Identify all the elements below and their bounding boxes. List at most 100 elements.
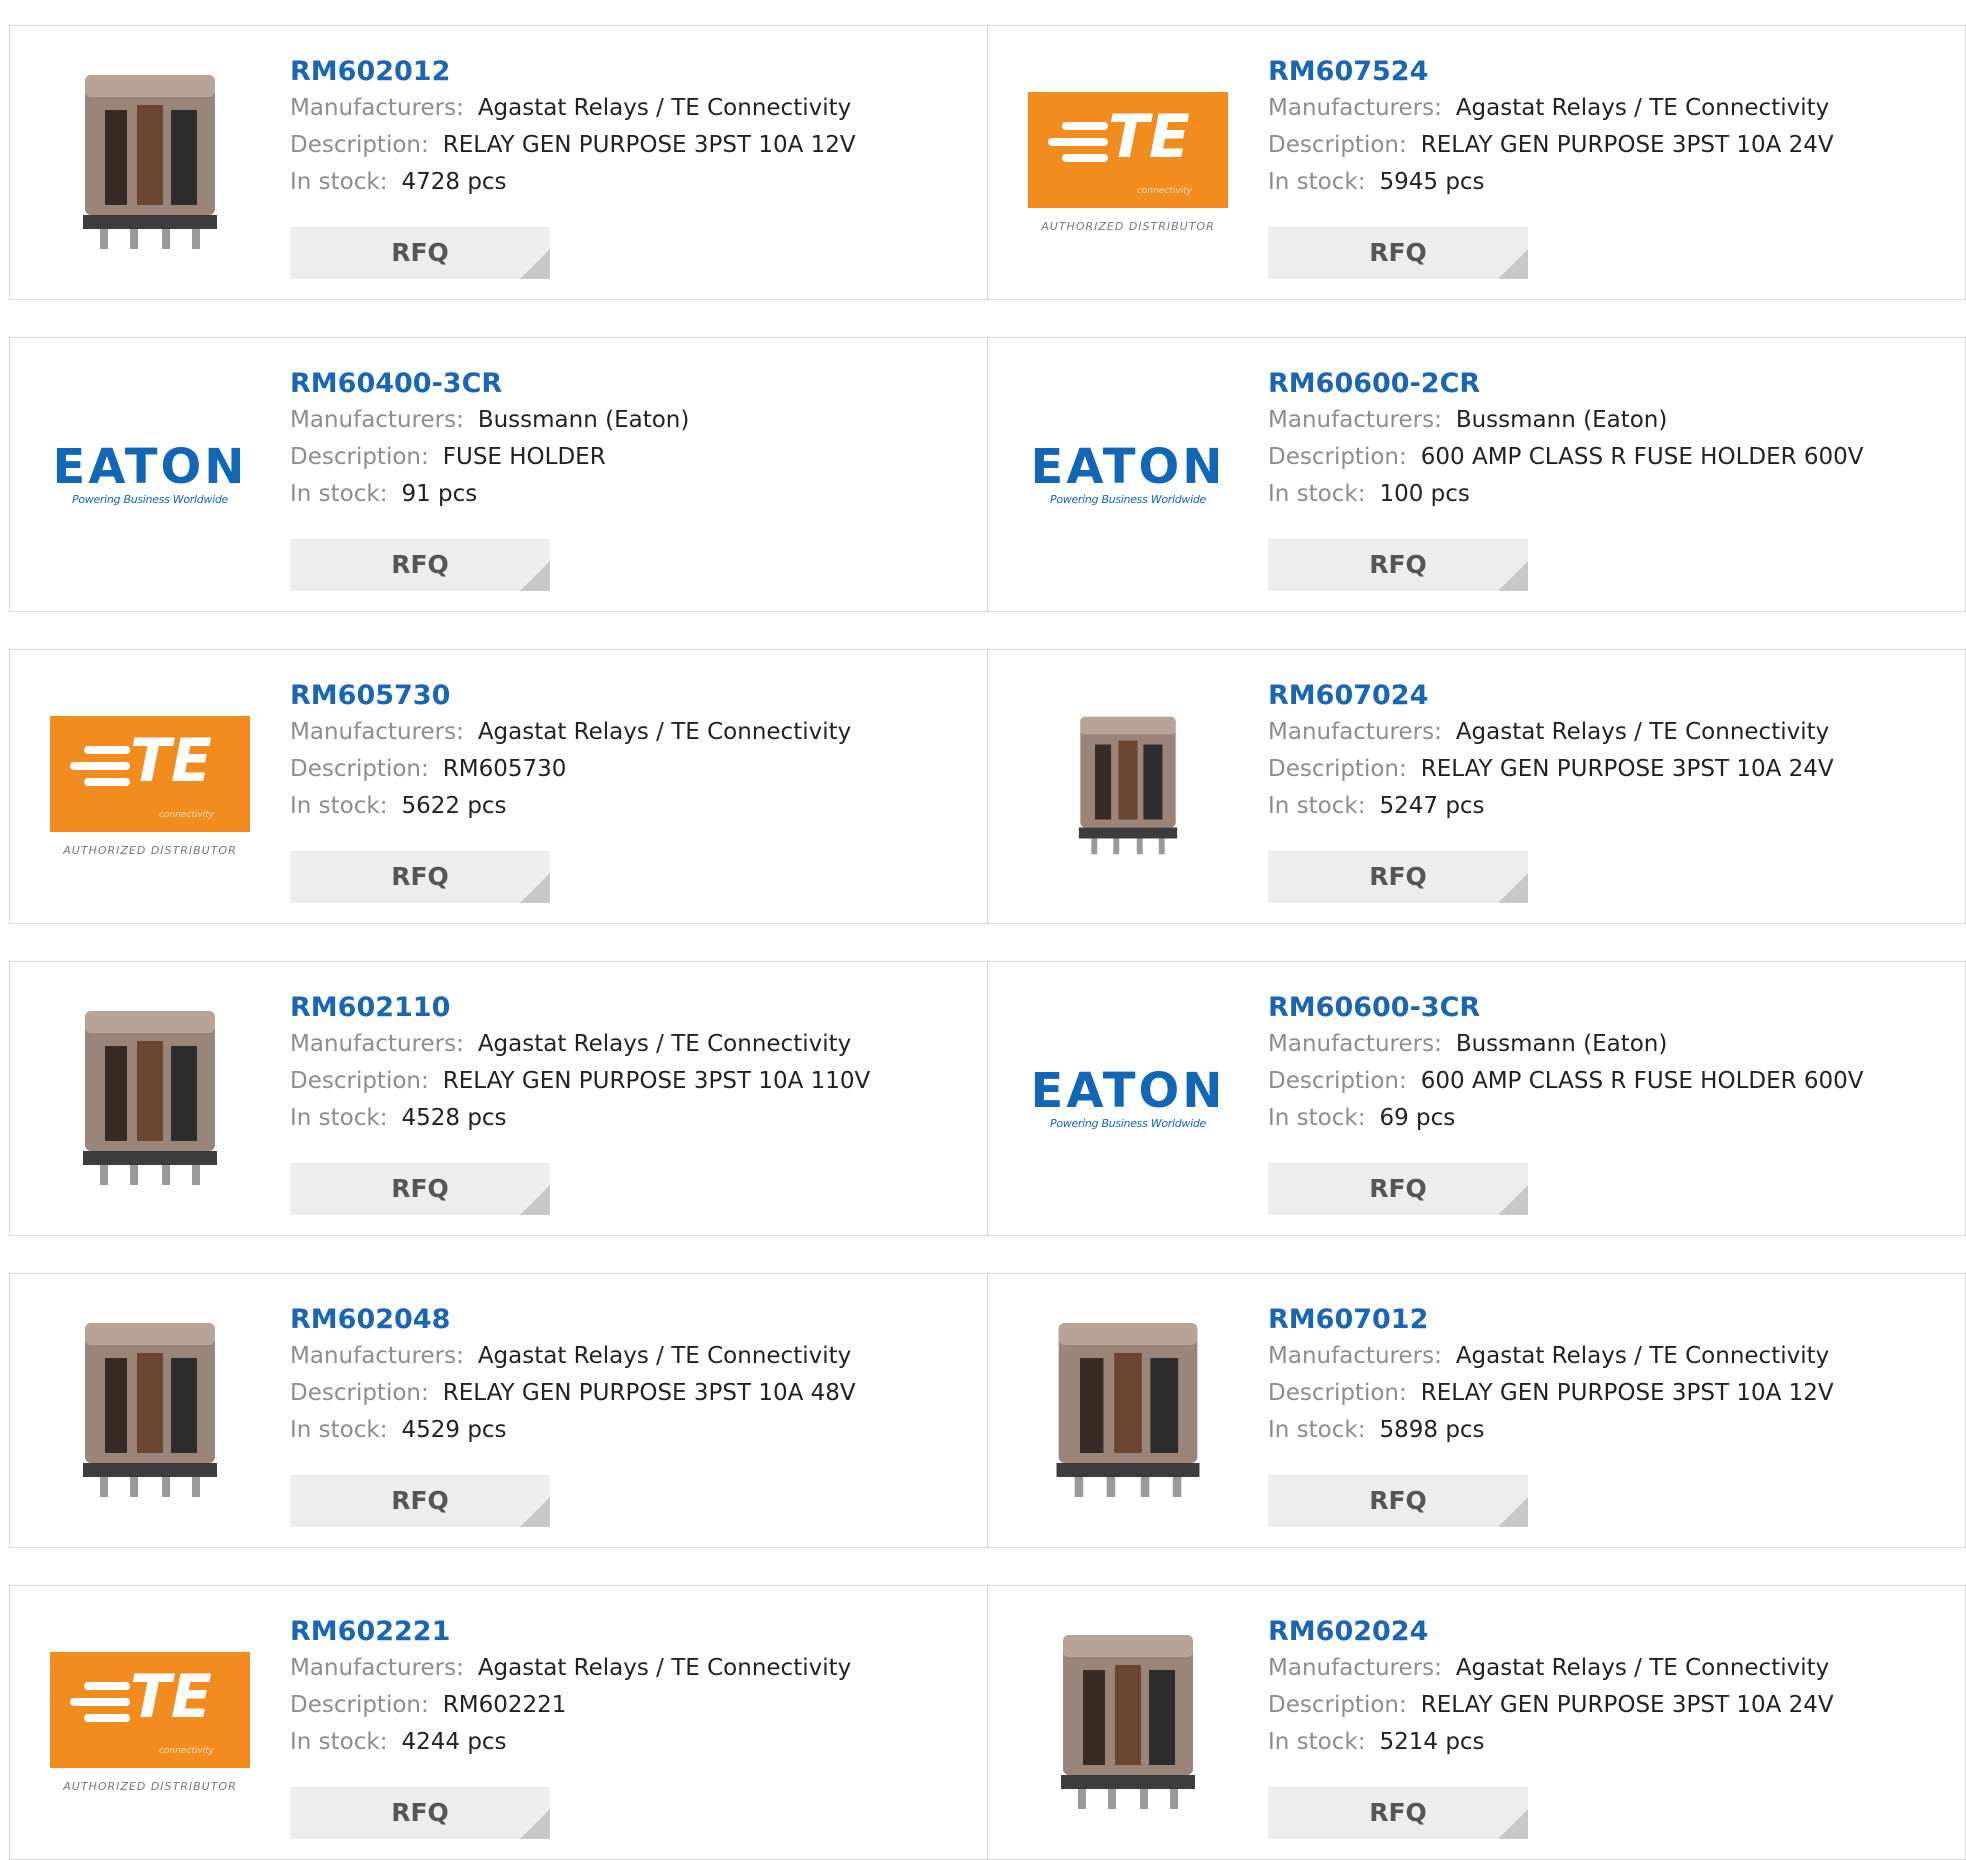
manufacturer-value: Agastat Relays / TE Connectivity	[1455, 1343, 1830, 1369]
in-stock-label: In stock:	[1268, 169, 1366, 195]
in-stock-label: In stock:	[290, 1729, 388, 1755]
product-thumbnail[interactable]: TE connectivity AUTHORIZED DISTRIBUTOR	[50, 686, 250, 886]
rfq-label: RFQ	[1369, 1798, 1427, 1827]
stock-line: In stock: 5214 pcs	[1268, 1724, 1834, 1761]
product-thumbnail[interactable]	[50, 1310, 250, 1510]
manufacturer-value: Agastat Relays / TE Connectivity	[1455, 719, 1830, 745]
in-stock-label: In stock:	[1268, 481, 1366, 507]
manufacturers-label: Manufacturers:	[1268, 1031, 1442, 1057]
rfq-corner-decoration	[520, 873, 550, 903]
rfq-button[interactable]: RFQ	[290, 1163, 550, 1215]
rfq-button[interactable]: RFQ	[1268, 1475, 1528, 1527]
product-card: RM602024 Manufacturers: Agastat Relays / …	[988, 1585, 1966, 1860]
stock-value: 69 pcs	[1379, 1105, 1456, 1131]
manufacturers-label: Manufacturers:	[290, 95, 464, 121]
product-info: RM607024 Manufacturers: Agastat Relays / …	[1268, 678, 1834, 825]
part-number-link[interactable]: RM607012	[1268, 1302, 1834, 1338]
in-stock-label: In stock:	[1268, 1105, 1366, 1131]
part-number-link[interactable]: RM602012	[290, 54, 856, 90]
product-thumbnail[interactable]	[50, 998, 250, 1198]
part-number-link[interactable]: RM605730	[290, 678, 851, 714]
description-label: Description:	[290, 1380, 429, 1406]
stock-line: In stock: 5622 pcs	[290, 788, 851, 825]
product-card: RM602110 Manufacturers: Agastat Relays / …	[9, 961, 988, 1236]
rfq-button[interactable]: RFQ	[1268, 1787, 1528, 1839]
product-info: RM60600-3CR Manufacturers: Bussmann (Eato…	[1268, 990, 1864, 1137]
part-number-link[interactable]: RM60600-2CR	[1268, 366, 1864, 402]
description-line: Description: RELAY GEN PURPOSE 3PST 10A 1…	[290, 1063, 870, 1100]
product-info: RM602110 Manufacturers: Agastat Relays / …	[290, 990, 870, 1137]
te-logo-icon: TE connectivity AUTHORIZED DISTRIBUTOR	[1028, 91, 1228, 233]
product-info: RM60600-2CR Manufacturers: Bussmann (Eato…	[1268, 366, 1864, 513]
product-card: RM602048 Manufacturers: Agastat Relays / …	[9, 1273, 988, 1548]
relay-photo-icon	[75, 1313, 225, 1507]
part-number-link[interactable]: RM60600-3CR	[1268, 990, 1864, 1026]
product-card: EATON Powering Business Worldwide RM60600…	[988, 961, 1966, 1236]
in-stock-label: In stock:	[1268, 1729, 1366, 1755]
in-stock-label: In stock:	[290, 169, 388, 195]
rfq-button[interactable]: RFQ	[1268, 851, 1528, 903]
manufacturer-line: Manufacturers: Agastat Relays / TE Connec…	[290, 1650, 851, 1687]
stock-line: In stock: 69 pcs	[1268, 1100, 1864, 1137]
part-number-link[interactable]: RM602221	[290, 1614, 851, 1650]
part-number-link[interactable]: RM60400-3CR	[290, 366, 689, 402]
rfq-button[interactable]: RFQ	[290, 1787, 550, 1839]
description-line: Description: RELAY GEN PURPOSE 3PST 10A 1…	[1268, 1375, 1834, 1412]
rfq-corner-decoration	[1498, 873, 1528, 903]
part-number-link[interactable]: RM602110	[290, 990, 870, 1026]
description-line: Description: RELAY GEN PURPOSE 3PST 10A 2…	[1268, 1687, 1834, 1724]
rfq-button[interactable]: RFQ	[290, 1475, 550, 1527]
part-number-link[interactable]: RM602024	[1268, 1614, 1834, 1650]
manufacturers-label: Manufacturers:	[290, 1343, 464, 1369]
rfq-label: RFQ	[1369, 1486, 1427, 1515]
eaton-logo-icon: EATON Powering Business Worldwide	[1030, 1062, 1226, 1130]
description-line: Description: RM602221	[290, 1687, 851, 1724]
rfq-button[interactable]: RFQ	[1268, 1163, 1528, 1215]
manufacturers-label: Manufacturers:	[1268, 407, 1442, 433]
stock-line: In stock: 4529 pcs	[290, 1412, 856, 1449]
product-thumbnail[interactable]	[1028, 1310, 1228, 1510]
manufacturers-label: Manufacturers:	[290, 719, 464, 745]
description-value: 600 AMP CLASS R FUSE HOLDER 600V	[1420, 1068, 1864, 1094]
rfq-corner-decoration	[1498, 561, 1528, 591]
description-label: Description:	[1268, 756, 1407, 782]
manufacturer-line: Manufacturers: Bussmann (Eaton)	[1268, 402, 1864, 439]
rfq-label: RFQ	[1369, 550, 1427, 579]
product-card: RM607024 Manufacturers: Agastat Relays / …	[988, 649, 1966, 924]
product-thumbnail[interactable]	[1028, 686, 1228, 886]
rfq-button[interactable]: RFQ	[1268, 227, 1528, 279]
stock-value: 5214 pcs	[1379, 1729, 1485, 1755]
rfq-label: RFQ	[1369, 238, 1427, 267]
product-info: RM605730 Manufacturers: Agastat Relays / …	[290, 678, 851, 825]
stock-value: 5622 pcs	[401, 793, 507, 819]
product-thumbnail[interactable]: TE connectivity AUTHORIZED DISTRIBUTOR	[50, 1622, 250, 1822]
stock-line: In stock: 4244 pcs	[290, 1724, 851, 1761]
product-thumbnail[interactable]: EATON Powering Business Worldwide	[1028, 374, 1228, 574]
product-card: RM602012 Manufacturers: Agastat Relays / …	[9, 25, 988, 300]
relay-photo-icon	[75, 1001, 225, 1195]
description-label: Description:	[1268, 1380, 1407, 1406]
product-thumbnail[interactable]: TE connectivity AUTHORIZED DISTRIBUTOR	[1028, 62, 1228, 262]
product-info: RM602024 Manufacturers: Agastat Relays / …	[1268, 1614, 1834, 1761]
manufacturer-value: Agastat Relays / TE Connectivity	[477, 1655, 852, 1681]
part-number-link[interactable]: RM607024	[1268, 678, 1834, 714]
description-value: RELAY GEN PURPOSE 3PST 10A 12V	[1420, 1380, 1834, 1406]
rfq-button[interactable]: RFQ	[1268, 539, 1528, 591]
product-thumbnail[interactable]	[50, 62, 250, 262]
part-number-link[interactable]: RM602048	[290, 1302, 856, 1338]
product-thumbnail[interactable]: EATON Powering Business Worldwide	[50, 374, 250, 574]
rfq-corner-decoration	[1498, 1809, 1528, 1839]
stock-value: 5945 pcs	[1379, 169, 1485, 195]
product-thumbnail[interactable]: EATON Powering Business Worldwide	[1028, 998, 1228, 1198]
product-row: EATON Powering Business Worldwide RM60400…	[9, 337, 1966, 612]
manufacturer-line: Manufacturers: Bussmann (Eaton)	[290, 402, 689, 439]
manufacturer-value: Agastat Relays / TE Connectivity	[1455, 1655, 1830, 1681]
manufacturers-label: Manufacturers:	[290, 1031, 464, 1057]
rfq-button[interactable]: RFQ	[290, 539, 550, 591]
part-number-link[interactable]: RM607524	[1268, 54, 1834, 90]
stock-line: In stock: 5945 pcs	[1268, 164, 1834, 201]
rfq-button[interactable]: RFQ	[290, 227, 550, 279]
rfq-button[interactable]: RFQ	[290, 851, 550, 903]
product-thumbnail[interactable]	[1028, 1622, 1228, 1822]
manufacturers-label: Manufacturers:	[1268, 1343, 1442, 1369]
